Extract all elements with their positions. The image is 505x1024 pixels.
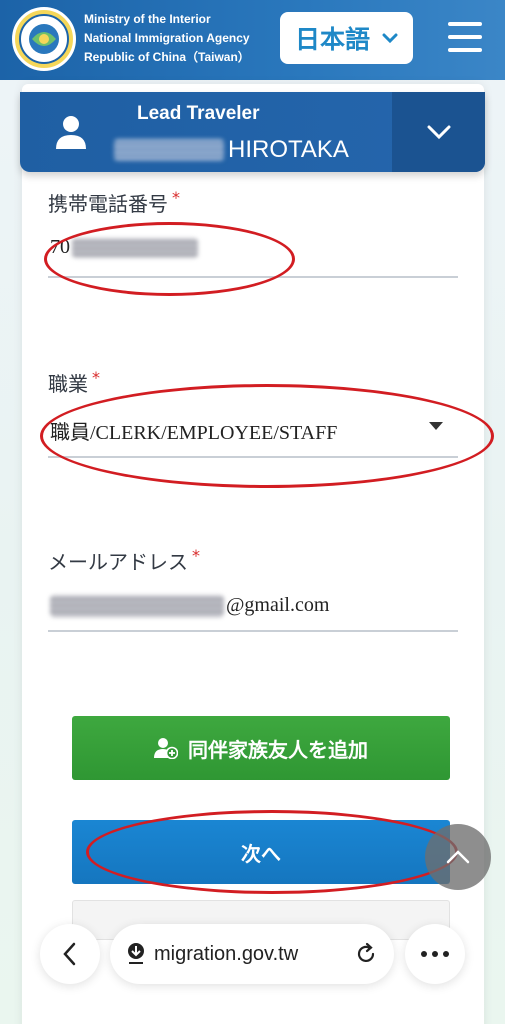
download-icon[interactable] bbox=[126, 942, 146, 966]
email-label-text: メールアドレス bbox=[48, 550, 188, 574]
lead-traveler-given-name: HIROTAKA bbox=[228, 136, 349, 163]
email-input[interactable]: @gmail.com bbox=[50, 594, 329, 617]
annotation-circle-next bbox=[86, 810, 458, 894]
more-dots-icon bbox=[421, 951, 449, 957]
agency-line-3: Republic of China（Taiwan） bbox=[84, 50, 250, 64]
site-header: Ministry of the Interior National Immigr… bbox=[0, 0, 505, 80]
reload-icon[interactable] bbox=[354, 942, 378, 966]
add-companion-label: 同伴家族友人を追加 bbox=[188, 737, 368, 762]
chevron-left-icon bbox=[63, 942, 76, 966]
redacted-name bbox=[114, 139, 224, 161]
chevron-up-icon bbox=[446, 850, 470, 864]
add-companion-button[interactable]: 同伴家族友人を追加 bbox=[72, 716, 450, 780]
menu-icon-bar bbox=[448, 22, 482, 26]
emblem-icon bbox=[19, 14, 69, 64]
lead-traveler-title: Lead Traveler bbox=[137, 103, 260, 124]
required-mark: * bbox=[192, 546, 200, 565]
email-underline bbox=[48, 630, 458, 632]
annotation-circle-phone bbox=[44, 222, 295, 296]
agency-line-2: National Immigration Agency bbox=[84, 31, 250, 45]
hamburger-menu-button[interactable] bbox=[448, 22, 482, 52]
language-label: 日本語 bbox=[294, 25, 370, 54]
lead-traveler-bar[interactable]: Lead Traveler HIROTAKA bbox=[20, 92, 485, 172]
agency-logo[interactable] bbox=[12, 7, 76, 71]
menu-icon-bar bbox=[448, 48, 482, 52]
add-user-icon bbox=[154, 738, 178, 759]
agency-name: Ministry of the Interior National Immigr… bbox=[84, 10, 250, 67]
url-text: migration.gov.tw bbox=[154, 942, 299, 965]
annotation-circle-occupation bbox=[40, 384, 494, 488]
occupation-label-text: 職業 bbox=[48, 372, 88, 396]
menu-icon-bar bbox=[448, 35, 482, 39]
chevron-down-icon bbox=[427, 125, 450, 140]
email-value-suffix: @gmail.com bbox=[226, 594, 330, 616]
occupation-label: 職業 * bbox=[48, 368, 100, 397]
scroll-to-top-button[interactable] bbox=[425, 824, 491, 890]
required-mark: * bbox=[92, 368, 100, 387]
redacted-email bbox=[50, 594, 224, 617]
email-label: メールアドレス * bbox=[48, 546, 200, 575]
lead-traveler-name: HIROTAKA bbox=[114, 136, 349, 164]
agency-line-1: Ministry of the Interior bbox=[84, 12, 211, 26]
address-bar[interactable]: migration.gov.tw bbox=[110, 924, 394, 984]
chevron-down-icon bbox=[382, 33, 398, 44]
language-selector[interactable]: 日本語 bbox=[280, 12, 413, 64]
phone-label: 携帯電話番号 * bbox=[48, 188, 180, 217]
required-mark: * bbox=[172, 188, 180, 207]
more-options-button[interactable] bbox=[405, 924, 465, 984]
expand-lead-button[interactable] bbox=[392, 92, 485, 172]
phone-label-text: 携帯電話番号 bbox=[48, 192, 168, 216]
browser-back-button[interactable] bbox=[40, 924, 100, 984]
user-icon bbox=[56, 116, 86, 149]
